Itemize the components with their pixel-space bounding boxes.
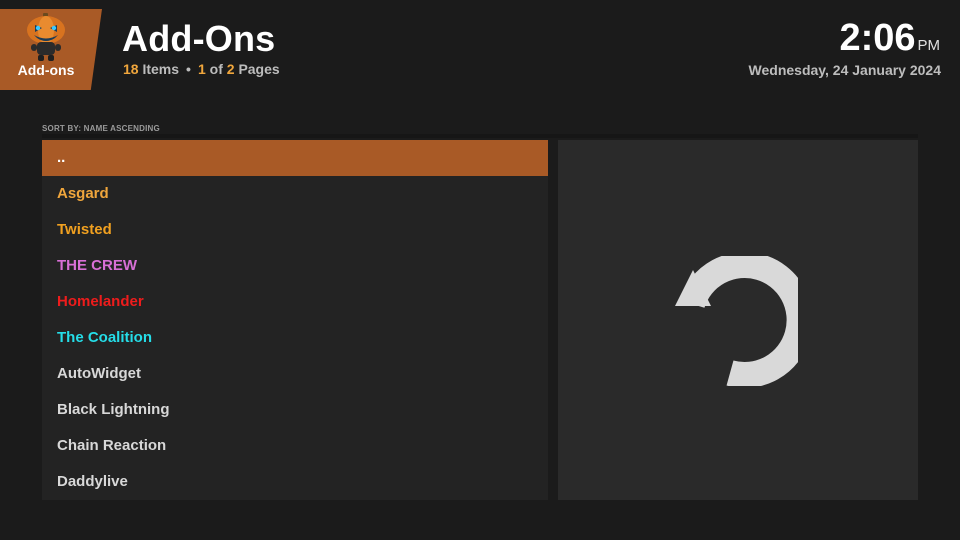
list-item-asgard[interactable]: Asgard bbox=[42, 176, 548, 212]
items-word: Items bbox=[142, 61, 180, 77]
list-item-chain-reaction[interactable]: Chain Reaction bbox=[42, 428, 548, 464]
list-item-the-crew[interactable]: THE CREW bbox=[42, 248, 548, 284]
list-item-label: THE CREW bbox=[57, 257, 137, 274]
page-title: Add-Ons bbox=[122, 18, 276, 59]
list-item-black-lightning[interactable]: Black Lightning bbox=[42, 392, 548, 428]
list-item-twisted[interactable]: Twisted bbox=[42, 212, 548, 248]
list-item-label: Twisted bbox=[57, 221, 112, 238]
list-item-label: Chain Reaction bbox=[57, 437, 167, 454]
page-of-word: of bbox=[209, 61, 223, 77]
page-total: 2 bbox=[226, 61, 235, 77]
sort-label[interactable]: SORT BY: NAME ASCENDING bbox=[42, 124, 918, 138]
list-item-label: Homelander bbox=[57, 293, 144, 310]
page-current: 1 bbox=[197, 61, 206, 77]
list-item-parent-dir[interactable]: .. bbox=[42, 140, 548, 176]
section-tile-label: Add-ons bbox=[17, 62, 75, 78]
list-item-daddylive[interactable]: Daddylive bbox=[42, 464, 548, 500]
addon-list: .. Asgard Twisted THE CREW Homelander Th… bbox=[42, 140, 548, 500]
preview-panel bbox=[558, 140, 918, 500]
list-item-label: Asgard bbox=[57, 185, 109, 202]
list-item-label: The Coalition bbox=[57, 329, 152, 346]
pumpkin-mascot-icon bbox=[27, 13, 65, 61]
item-page-summary: 18 Items • 1 of 2 Pages bbox=[123, 61, 280, 77]
section-tile-addons[interactable]: Add-ons bbox=[0, 9, 102, 90]
pages-word: Pages bbox=[238, 61, 280, 77]
list-item-homelander[interactable]: Homelander bbox=[42, 284, 548, 320]
list-item-label: AutoWidget bbox=[57, 365, 142, 382]
item-count: 18 bbox=[123, 61, 139, 77]
clock-ampm: PM bbox=[917, 37, 941, 54]
list-item-autowidget[interactable]: AutoWidget bbox=[42, 356, 548, 392]
summary-separator: • bbox=[186, 61, 191, 77]
clock-time: 2:06 bbox=[839, 17, 916, 59]
list-item-the-coalition[interactable]: The Coalition bbox=[42, 320, 548, 356]
clock: 2:06 PM bbox=[839, 17, 940, 60]
back-arrow-icon bbox=[675, 256, 798, 386]
list-item-label: Black Lightning bbox=[57, 401, 170, 418]
date-label: Wednesday, 24 January 2024 bbox=[748, 62, 941, 78]
list-item-label: .. bbox=[57, 149, 66, 166]
addons-window: Add-ons Add-Ons 18 Items • 1 of 2 Pages 2:… bbox=[0, 0, 960, 540]
list-item-label: Daddylive bbox=[57, 473, 128, 490]
